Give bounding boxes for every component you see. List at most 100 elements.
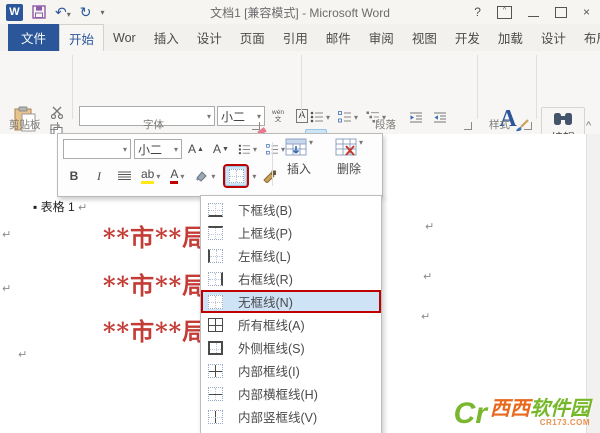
ribbon-display-options-button[interactable]	[496, 5, 512, 19]
tab-design[interactable]: 设计	[188, 24, 231, 51]
paragraph-mark: ↵	[425, 221, 435, 233]
save-button[interactable]	[32, 5, 46, 19]
paragraph-dialog-launcher-icon[interactable]	[464, 122, 472, 130]
menu-item-left-border[interactable]: 左框线(L)	[201, 244, 381, 267]
mini-toolbar-separator	[272, 142, 273, 186]
maximize-button[interactable]	[554, 6, 567, 18]
tab-developer[interactable]: 开发	[446, 24, 489, 51]
mini-font-name-select[interactable]: ▾	[63, 139, 131, 159]
undo-button[interactable]: ↶▾	[55, 5, 71, 19]
mini-font-size-value: 小二	[138, 142, 163, 157]
table-caption-line: ▪ 表格 1 ↵	[33, 200, 88, 214]
tab-review[interactable]: 审阅	[360, 24, 403, 51]
borders-grid-icon	[228, 169, 244, 183]
decrease-indent-button[interactable]	[405, 107, 427, 127]
align-lines-icon	[117, 171, 131, 180]
increase-indent-button[interactable]	[429, 107, 451, 127]
mini-shading-button[interactable]: ▾	[191, 166, 218, 186]
close-button[interactable]: ×	[583, 6, 590, 18]
outside-borders-icon	[208, 340, 223, 355]
quick-access-toolbar: ↶▾ ↻ ▾	[0, 3, 105, 21]
watermark-logo: Cr 西西软件园 CR173.COM	[453, 397, 590, 430]
tab-table-design[interactable]: 设计	[532, 24, 575, 51]
tab-mailings[interactable]: 邮件	[317, 24, 360, 51]
menu-item-bottom-border[interactable]: 下框线(B)	[201, 198, 381, 221]
minimize-button[interactable]	[527, 15, 539, 17]
tab-insert[interactable]: 插入	[145, 24, 188, 51]
cut-button[interactable]	[50, 106, 64, 119]
mini-delete-button[interactable]: ▾ 删除	[326, 138, 372, 177]
tab-table-layout[interactable]: 布局	[575, 24, 600, 51]
scrollbar[interactable]	[586, 134, 600, 433]
site-logo-icon: Cr	[453, 397, 487, 430]
mini-shrink-font-button[interactable]: A ▼	[210, 139, 232, 159]
paint-bucket-icon	[196, 170, 208, 182]
styles-dialog-launcher-icon[interactable]	[524, 122, 532, 130]
mini-toolbar-row1: ▾ 小二 ▾ A ▲ A ▼ ▾ ▾	[63, 139, 288, 159]
tab-addins[interactable]: 加载	[489, 24, 532, 51]
menu-item-diagonal-down-border[interactable]: 斜下框线(W)	[201, 428, 381, 433]
clipboard-dialog-launcher-icon[interactable]	[50, 122, 58, 130]
top-border-icon	[208, 225, 223, 240]
font-dialog-launcher-icon[interactable]	[252, 122, 260, 130]
tab-view[interactable]: 视图	[403, 24, 446, 51]
tab-wor[interactable]: Wor	[104, 24, 145, 51]
window-controls: ? ×	[474, 5, 600, 19]
ribbon-tabs: 文件 开始 Wor 插入 设计 页面 引用 邮件 审阅 视图 开发 加载 设计 …	[0, 24, 600, 52]
redo-button[interactable]: ↻	[80, 5, 92, 19]
tab-home[interactable]: 开始	[59, 24, 105, 52]
mini-grow-font-button[interactable]: A ▲	[185, 139, 207, 159]
save-icon	[32, 5, 46, 19]
table-mini-toolbar: ▾ 小二 ▾ A ▲ A ▼ ▾ ▾ B I ab ▾ A ▾ ▾ ▾ ▾ 插入…	[57, 133, 383, 197]
site-name-green: 软件园	[530, 398, 590, 420]
mini-bullets-button[interactable]: ▾	[235, 139, 260, 159]
menu-item-outside-borders[interactable]: 外侧框线(S)	[201, 336, 381, 359]
left-border-icon	[208, 248, 223, 263]
mini-borders-button[interactable]	[223, 164, 250, 188]
bullet-list-icon	[238, 144, 250, 154]
phonetic-guide-button[interactable]: wén 文	[267, 106, 289, 126]
group-separator	[72, 55, 73, 119]
mini-bold-button[interactable]: B	[63, 166, 85, 186]
tab-references[interactable]: 引用	[274, 24, 317, 51]
delete-dropdown-icon: ▾	[358, 138, 363, 147]
tab-file[interactable]: 文件	[8, 24, 60, 51]
mini-italic-button[interactable]: I	[88, 166, 110, 186]
tab-page-layout[interactable]: 页面	[231, 24, 274, 51]
borders-menu: 下框线(B) 上框线(P) 左框线(L) 右框线(R) 无框线(N) 所有框线(…	[200, 195, 382, 433]
bullet-icon: ▪	[33, 200, 38, 214]
insert-table-icon	[285, 138, 307, 156]
binoculars-icon	[554, 113, 572, 125]
mini-highlight-color-button[interactable]: ab ▾	[138, 166, 163, 186]
all-borders-icon	[208, 317, 223, 332]
mini-insert-button[interactable]: ▾ 插入	[276, 138, 322, 177]
paragraph-mark: ↵	[2, 283, 12, 295]
menu-item-all-borders[interactable]: 所有框线(A)	[201, 313, 381, 336]
collapse-ribbon-button[interactable]: ^	[586, 120, 591, 132]
customize-qat-button[interactable]: ▾	[100, 8, 104, 17]
site-domain: CR173.COM	[539, 418, 590, 427]
group-separator	[301, 55, 302, 119]
menu-item-inside-horizontal-border[interactable]: 内部横框线(H)	[201, 382, 381, 405]
mini-align-button[interactable]	[113, 166, 135, 186]
menu-item-no-border[interactable]: 无框线(N)	[201, 290, 381, 313]
help-button[interactable]: ?	[474, 6, 481, 18]
increase-indent-icon	[434, 112, 447, 122]
mini-borders-dropdown-icon[interactable]: ▾	[252, 172, 256, 181]
bullets-button[interactable]: ▾	[307, 107, 333, 127]
menu-item-inside-borders[interactable]: 内部框线(I)	[201, 359, 381, 382]
mini-font-size-select[interactable]: 小二 ▾	[134, 139, 182, 159]
menu-item-top-border[interactable]: 上框线(P)	[201, 221, 381, 244]
numbered-list-icon	[338, 111, 352, 123]
clipboard-group-label: 剪贴板	[9, 119, 41, 131]
paragraph-mark: ↵	[2, 229, 12, 241]
insert-dropdown-icon: ▾	[308, 138, 313, 147]
ribbon: 粘贴 ▾	[0, 51, 600, 171]
mini-font-color-button[interactable]: A ▾	[166, 166, 188, 186]
paragraph-mark: ↵	[421, 311, 431, 323]
menu-item-inside-vertical-border[interactable]: 内部竖框线(V)	[201, 405, 381, 428]
numbering-button[interactable]: ▾	[335, 107, 361, 127]
word-window: 文档1 [兼容模式] - Microsoft Word ↶▾ ↻ ▾ ? × 文…	[0, 0, 600, 433]
menu-item-right-border[interactable]: 右框线(R)	[201, 267, 381, 290]
mini-toolbar-row2: B I ab ▾ A ▾ ▾ ▾	[63, 164, 281, 188]
